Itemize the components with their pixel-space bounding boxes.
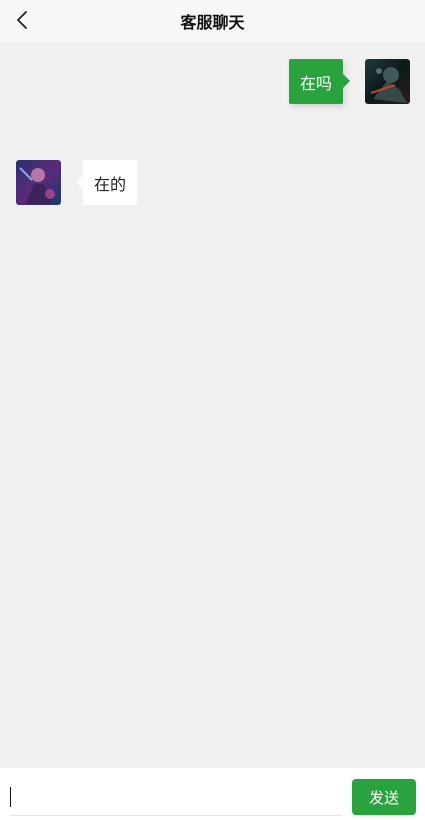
chat-message-list[interactable]: 在吗 在的	[0, 42, 425, 768]
top-nav-bar: 客服聊天	[0, 0, 425, 42]
user-avatar[interactable]	[365, 59, 410, 104]
message-input[interactable]	[10, 772, 342, 816]
text-cursor	[10, 787, 11, 807]
page-title: 客服聊天	[180, 13, 245, 32]
outgoing-message-bubble[interactable]: 在吗	[288, 59, 351, 104]
send-button[interactable]: 发送	[352, 779, 416, 815]
back-button[interactable]	[10, 8, 34, 32]
agent-avatar[interactable]	[16, 160, 61, 205]
message-composer: 发送	[0, 768, 425, 820]
incoming-message-bubble[interactable]: 在的	[75, 160, 138, 205]
chevron-left-icon	[17, 11, 27, 29]
